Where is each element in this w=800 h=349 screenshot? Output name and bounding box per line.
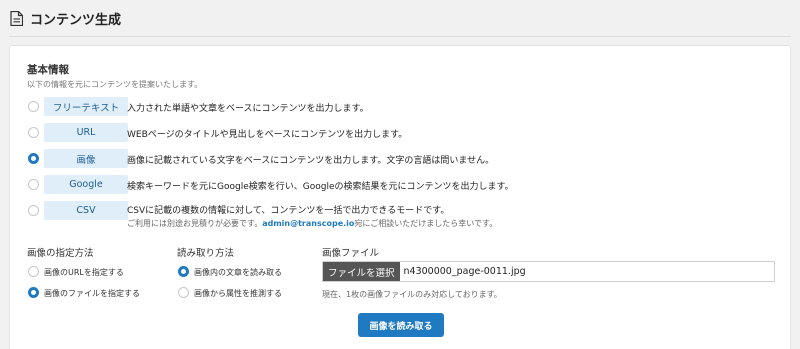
page-title: コンテンツ生成 [30,13,122,28]
image-file-note: 現在、1枚の画像ファイルのみ対応しております。 [322,290,502,299]
read-image-button[interactable]: 画像を読み取る [358,313,444,337]
contact-email-link[interactable]: admin@transcope.io [262,219,354,228]
csv-note: ご利用には別途お見積りが必要です。admin@transcope.io宛にご相談… [127,218,497,229]
type-badge-freetext[interactable]: フリーテキスト [44,97,128,116]
type-radio-freetext[interactable] [28,101,39,112]
type-desc-google: 検索キーワードを元にGoogle検索を行い、Googleの検索結果を元にコンテン… [127,182,514,192]
header-divider [9,36,791,37]
read-method-title: 読み取り方法 [177,248,235,259]
basic-info-title: 基本情報 [27,64,69,76]
content-form-card: 基本情報 以下の情報を元にコンテンツを提案いたします。 フリーテキスト 入力され… [9,45,791,349]
read-method-label-attr[interactable]: 画像から属性を推測する [194,288,282,299]
read-method-radio-attr[interactable] [178,287,189,298]
read-method-label-text[interactable]: 画像内の文章を読み取る [194,267,282,278]
type-badge-google[interactable]: Google [44,175,128,194]
type-radio-image[interactable] [28,153,39,164]
selected-file-name: n4300000_page-0011.jpg [403,266,526,277]
page-header: コンテンツ生成 [0,0,800,37]
image-method-label-url[interactable]: 画像のURLを指定する [44,267,124,278]
csv-note-suffix: 宛にご相談いただけましたら幸いです。 [354,219,498,228]
image-file-title: 画像ファイル [322,248,380,259]
type-badge-url[interactable]: URL [44,123,128,142]
type-desc-url: WEBページのタイトルや見出しをベースにコンテンツを出力します。 [127,130,408,140]
type-desc-csv: CSVに記載の複数の情報に対して、コンテンツを一括で出力できるモードです。 [127,206,450,216]
type-radio-csv[interactable] [28,205,39,216]
type-radio-google[interactable] [28,179,39,190]
type-radio-url[interactable] [28,127,39,138]
type-desc-freetext: 入力された単語や文章をベースにコンテンツを出力します。 [127,104,369,114]
type-badge-image[interactable]: 画像 [44,149,128,168]
image-method-title: 画像の指定方法 [27,248,94,259]
read-method-radio-text[interactable] [178,266,189,277]
image-method-label-file[interactable]: 画像のファイルを指定する [44,288,140,299]
type-desc-image: 画像に記載されている文字をベースにコンテンツを出力します。文字の言語は問いません… [127,156,495,166]
csv-note-prefix: ご利用には別途お見積りが必要です。 [127,219,263,228]
choose-file-button[interactable]: ファイルを選択 [323,262,400,281]
image-file-input[interactable]: ファイルを選択 n4300000_page-0011.jpg [322,261,775,282]
document-icon [10,11,23,26]
basic-info-subtitle: 以下の情報を元にコンテンツを提案いたします。 [27,80,203,89]
image-method-radio-url[interactable] [28,266,39,277]
type-badge-csv[interactable]: CSV [44,201,128,220]
image-method-radio-file[interactable] [28,287,39,298]
